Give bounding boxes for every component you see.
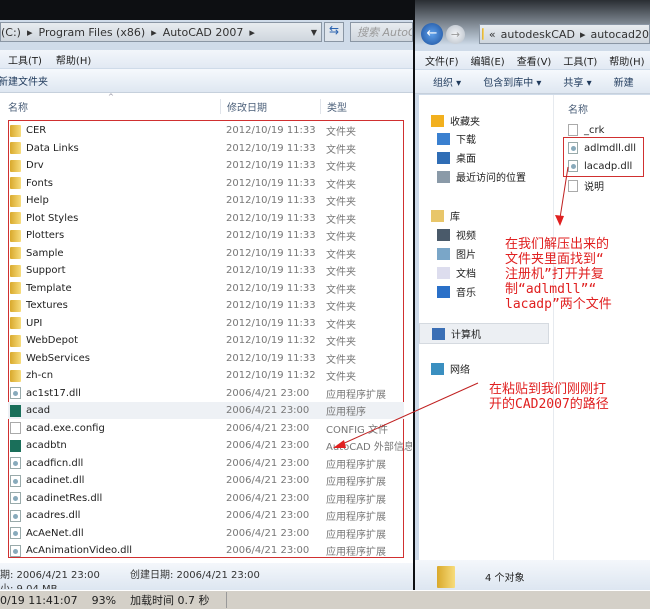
annotation-note-2: 在粘贴到我们刚刚打 开的CAD2007的路径 bbox=[489, 382, 609, 412]
arrow-line-1 bbox=[559, 166, 569, 219]
annotation-note-1: 在我们解压出来的 文件夹里面找到“ 注册机”打开并复 制“adlmdll”“ lacad… bbox=[505, 237, 612, 312]
arrow-head-2 bbox=[333, 440, 346, 448]
arrow-line-2 bbox=[339, 382, 479, 446]
arrow-head-1 bbox=[555, 215, 564, 226]
